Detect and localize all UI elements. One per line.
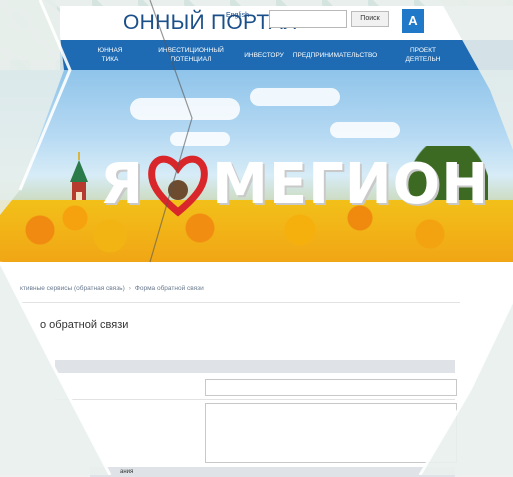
hexagon-frame-overlay: [0, 0, 513, 475]
page-root: ОННЫЙ ПОРТАЛ English Поиск A ЮННАЯ ТИКА …: [0, 0, 513, 477]
